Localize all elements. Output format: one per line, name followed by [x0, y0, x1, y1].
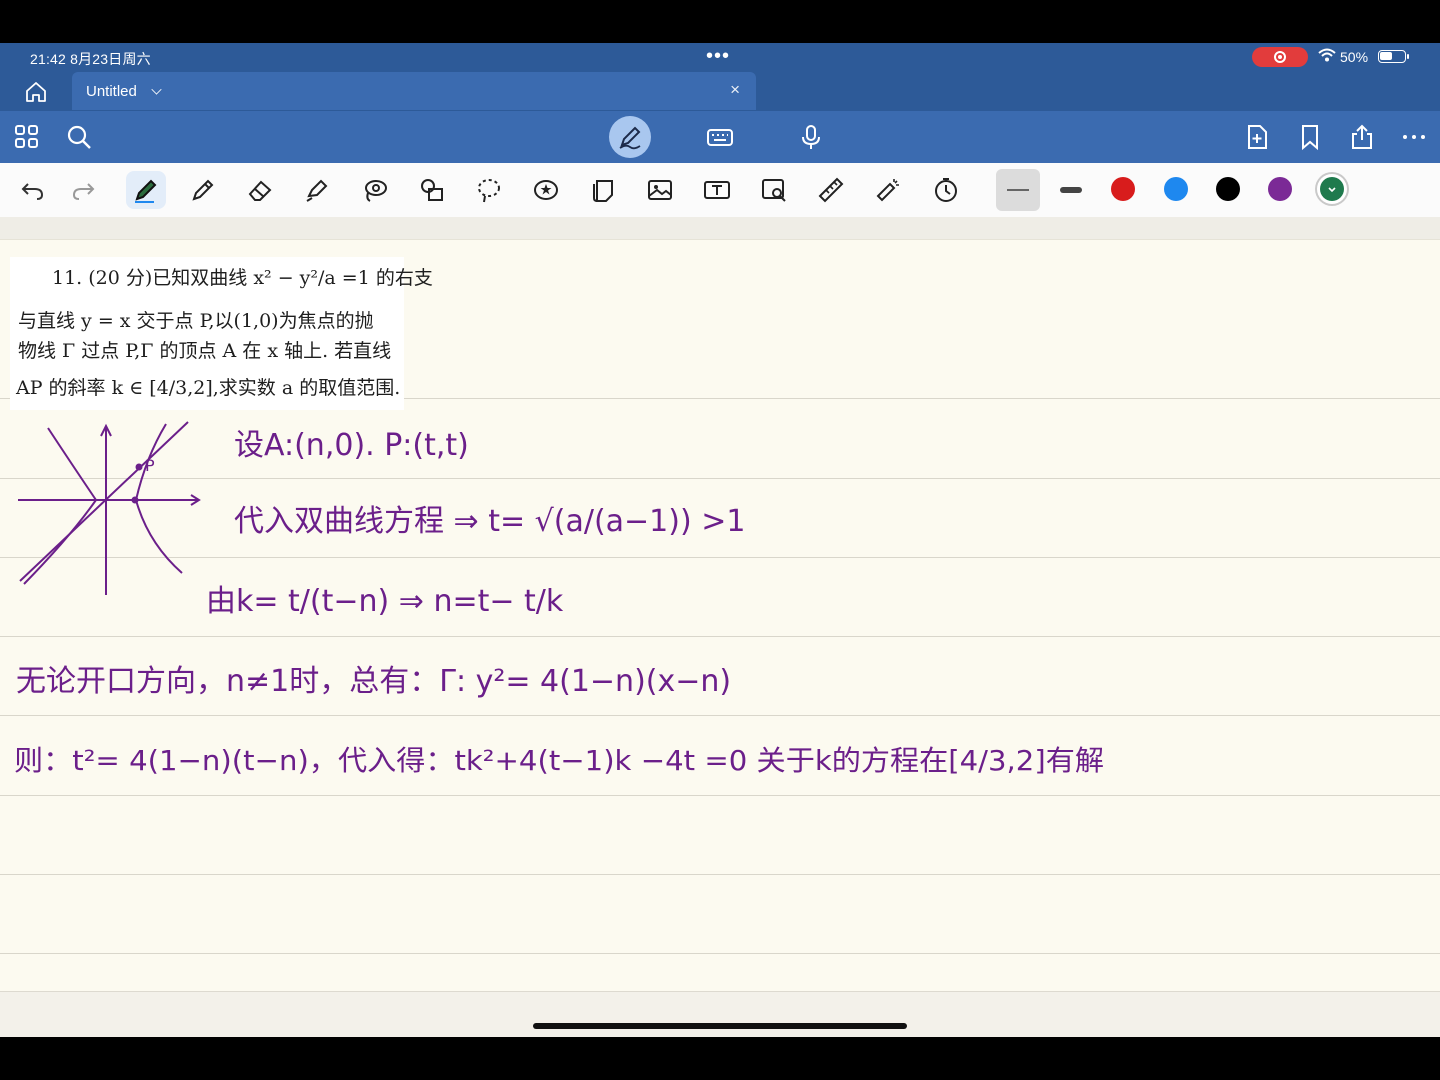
home-indicator[interactable] — [533, 1023, 907, 1029]
note-line-3: 由k= t/(t−n) ⇒ n=t− t/k — [206, 584, 564, 619]
bottom-margin — [0, 991, 1440, 1037]
hyperbola-sketch — [18, 421, 201, 595]
note-line-1: 设A:(n,0). P:(t,t) — [234, 428, 469, 463]
app-window: 21:42 8月23日周六 ••• 50% Untitled × 11. (20… — [0, 43, 1440, 1037]
point-p-label: P — [145, 456, 155, 475]
note-line-2: 代入双曲线方程 ⇒ t= √(a/(a−1)) >1 — [234, 504, 745, 539]
note-line-5: 则：t²= 4(1−n)(t−n)，代入得：tk²+4(t−1)k −4t =0… — [14, 744, 1104, 777]
note-line-4: 无论开口方向，n≠1时，总有：Γ: y²= 4(1−n)(x−n) — [16, 664, 731, 699]
handwritten-notes: P 设A:(n,0). P:(t,t) 代入双曲线方程 ⇒ t= √(a/(a−… — [14, 421, 1104, 777]
